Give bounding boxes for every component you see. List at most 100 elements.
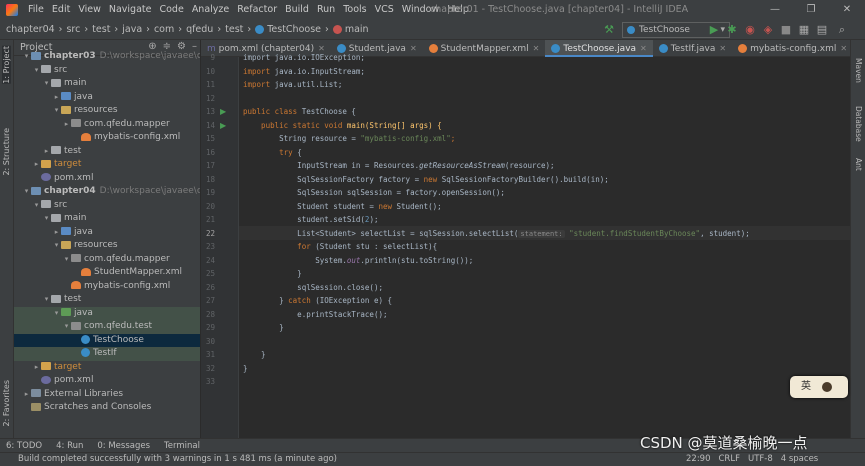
tree-row-src[interactable]: ▾ src — [14, 199, 200, 213]
menu-view[interactable]: View — [74, 0, 105, 20]
close-button[interactable]: ✕ — [829, 0, 865, 20]
build-hammer-icon[interactable]: ⚒ — [603, 24, 615, 36]
tree-row-xml[interactable]: mybatis-config.xml — [14, 280, 200, 294]
tree-row-resources[interactable]: ▾ resources — [14, 104, 200, 118]
line-number: 12 — [205, 93, 215, 103]
line-number: 21 — [205, 215, 215, 224]
breadcrumb-src[interactable]: src — [66, 24, 80, 35]
run-class-icon[interactable]: ▶ — [220, 105, 228, 119]
menu-vcs[interactable]: VCS — [371, 0, 398, 20]
coverage-icon[interactable]: ◉ — [744, 24, 756, 36]
tree-row-chapter04[interactable]: ▾chapter04D:\workspace\javaee\chapter04 — [14, 185, 200, 199]
breadcrumb-java[interactable]: java — [122, 24, 142, 35]
java-class-icon — [627, 26, 635, 34]
line-number: 27 — [205, 296, 215, 305]
tree-row-main[interactable]: ▾ main — [14, 77, 200, 91]
project-structure-icon[interactable]: ▦ — [798, 24, 810, 36]
tree-row-main[interactable]: ▾ main — [14, 212, 200, 226]
ant-tool-button[interactable]: Ant — [854, 158, 863, 171]
tree-row-test[interactable]: ▾ test — [14, 293, 200, 307]
close-icon: ✕ — [719, 44, 727, 53]
menu-refactor[interactable]: Refactor — [233, 0, 281, 20]
run-tool-button[interactable]: 4: Run — [56, 441, 83, 451]
close-icon: ✕ — [409, 44, 417, 53]
tab-testchoose[interactable]: TestChoose.java ✕ — [545, 40, 653, 57]
tree-row-resources[interactable]: ▾ resources — [14, 239, 200, 253]
caret-position[interactable]: 22:90 — [686, 454, 711, 464]
menu-code[interactable]: Code — [155, 0, 187, 20]
line-number: 25 — [205, 269, 215, 278]
todo-tool-button[interactable]: 6: TODO — [6, 441, 42, 451]
menu-analyze[interactable]: Analyze — [188, 0, 233, 20]
stop-icon[interactable]: ■ — [780, 24, 792, 36]
line-number: 32 — [205, 363, 215, 373]
maximize-button[interactable]: ❐ — [793, 0, 829, 20]
sdk-icon[interactable]: ▤ — [816, 24, 828, 36]
file-encoding[interactable]: UTF-8 — [748, 454, 773, 464]
breadcrumb-test[interactable]: test — [92, 24, 110, 35]
parameter-hint: statement: — [518, 229, 565, 238]
method-icon — [332, 25, 342, 34]
favorites-tool-button[interactable]: 2: Favorites — [2, 380, 11, 426]
minimize-button[interactable]: — — [757, 0, 793, 20]
tree-row-target[interactable]: ▸ target — [14, 158, 200, 172]
line-number: 31 — [205, 350, 215, 359]
tree-row-chapter03[interactable]: ▾chapter03D:\workspace\javaee\chapter03 — [14, 50, 200, 64]
indent-setting[interactable]: 4 spaces — [781, 454, 818, 464]
tab-mybatis-config[interactable]: mybatis-config.xml ✕ — [732, 40, 853, 57]
tree-row-pom[interactable]: pom.xml — [14, 374, 200, 388]
tree-row-target[interactable]: ▸ target — [14, 361, 200, 375]
breadcrumb-chapter04[interactable]: chapter04 — [6, 24, 55, 35]
tree-row-xml[interactable]: mybatis-config.xml — [14, 131, 200, 145]
line-number: 17 — [205, 161, 215, 170]
status-message[interactable]: Build completed successfully with 3 warn… — [18, 454, 337, 464]
code-line: try { — [243, 147, 302, 157]
breadcrumb-test-pkg[interactable]: test — [225, 24, 243, 35]
run-icon[interactable]: ▶ — [708, 24, 720, 36]
tree-row-test-java[interactable]: ▾ java — [14, 306, 200, 320]
line-number: 19 — [205, 188, 215, 197]
menu-build[interactable]: Build — [281, 0, 313, 20]
menu-file[interactable]: File — [24, 0, 48, 20]
tree-row-java[interactable]: ▸ java — [14, 226, 200, 240]
profile-icon[interactable]: ◈ — [762, 24, 774, 36]
tab-studentmapper[interactable]: StudentMapper.xml ✕ — [423, 40, 546, 57]
line-separator[interactable]: CRLF — [719, 454, 740, 464]
main-menu: File Edit View Navigate Code Analyze Ref… — [24, 0, 473, 20]
search-icon[interactable]: ⌕ — [836, 24, 848, 36]
code-line: import java.io.InputStream; — [243, 66, 365, 76]
tree-row-external-libraries[interactable]: ▸ External Libraries — [14, 388, 200, 402]
structure-tool-button[interactable]: 2: Structure — [2, 128, 11, 176]
database-tool-button[interactable]: Database — [854, 106, 863, 142]
menu-run[interactable]: Run — [313, 0, 339, 20]
tree-row-java[interactable]: ▸ java — [14, 91, 200, 105]
tree-row-src[interactable]: ▾ src — [14, 64, 200, 78]
line-number: 18 — [205, 174, 215, 184]
tree-row-test-package[interactable]: ▾ com.qfedu.test — [14, 320, 200, 334]
menu-edit[interactable]: Edit — [48, 0, 74, 20]
breadcrumb-qfedu[interactable]: qfedu — [186, 24, 213, 35]
messages-tool-button[interactable]: 0: Messages — [97, 441, 150, 451]
close-icon: ✕ — [532, 44, 540, 53]
tree-row-pom[interactable]: pom.xml — [14, 172, 200, 186]
project-tool-button[interactable]: 1: Project — [2, 46, 11, 84]
window-controls: — ❐ ✕ — [757, 0, 865, 20]
terminal-tool-button[interactable]: Terminal — [164, 441, 200, 451]
menu-tools[interactable]: Tools — [339, 0, 370, 20]
debug-icon[interactable]: ✱ — [726, 24, 738, 36]
breadcrumb-class[interactable]: TestChoose — [255, 24, 321, 35]
breadcrumb-method[interactable]: main — [332, 24, 369, 35]
run-method-icon[interactable]: ▶ — [220, 119, 228, 133]
ime-indicator[interactable]: 英 — [790, 376, 848, 398]
tab-testif[interactable]: TestIf.java ✕ — [653, 40, 732, 57]
tree-row-package[interactable]: ▾ com.qfedu.mapper — [14, 253, 200, 267]
tree-row-testif[interactable]: TestIf — [14, 347, 200, 361]
tree-row-testchoose[interactable]: TestChoose — [14, 333, 200, 347]
maven-tool-button[interactable]: Maven — [854, 58, 863, 83]
menu-navigate[interactable]: Navigate — [105, 0, 156, 20]
tree-row-xml[interactable]: StudentMapper.xml — [14, 266, 200, 280]
breadcrumb-com[interactable]: com — [154, 24, 174, 35]
tree-row-test[interactable]: ▸ test — [14, 145, 200, 159]
tree-row-scratches[interactable]: Scratches and Consoles — [14, 401, 200, 415]
tree-row-package[interactable]: ▸ com.qfedu.mapper — [14, 118, 200, 132]
